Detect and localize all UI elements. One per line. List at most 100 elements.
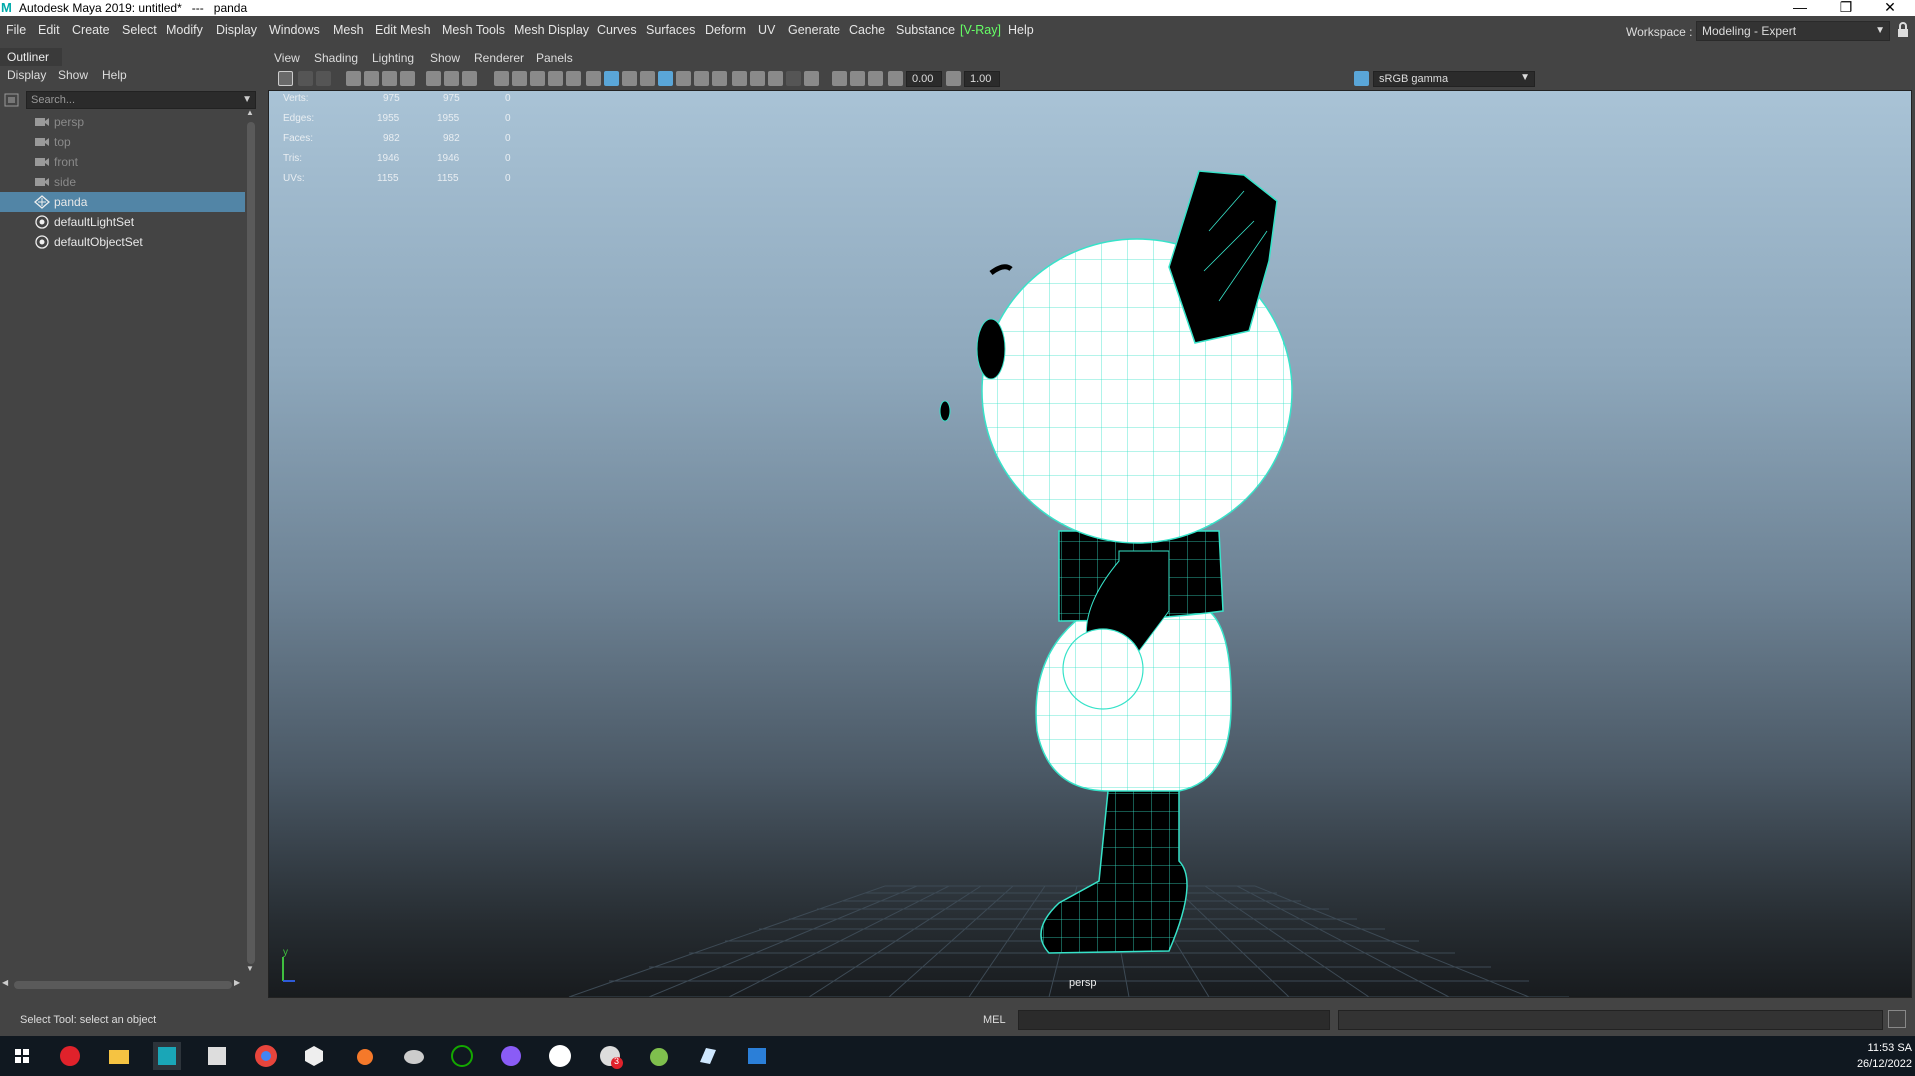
menu-surfaces[interactable]: Surfaces <box>646 23 695 37</box>
scroll-right-icon[interactable]: ▶ <box>234 978 240 987</box>
viewport-menu-lighting[interactable]: Lighting <box>372 51 414 65</box>
bookmarks-icon[interactable] <box>346 71 361 86</box>
lock-icon[interactable] <box>1896 22 1910 38</box>
exposure-icon[interactable] <box>888 71 903 86</box>
web-app-icon[interactable] <box>546 1042 574 1070</box>
gamma-icon[interactable] <box>946 71 961 86</box>
menu-help[interactable]: Help <box>1008 23 1034 37</box>
menu-mesh-display[interactable]: Mesh Display <box>514 23 589 37</box>
outliner-tab[interactable]: Outliner <box>0 48 62 66</box>
camera-attributes-icon[interactable] <box>316 71 331 86</box>
menu-create[interactable]: Create <box>72 23 110 37</box>
command-line-input[interactable] <box>1018 1010 1330 1030</box>
xray-joints-icon[interactable] <box>750 71 765 86</box>
color-space-dropdown[interactable]: sRGB gamma ▼ <box>1373 71 1535 87</box>
outliner-item-persp[interactable]: persp <box>0 112 245 132</box>
color-management-icon[interactable] <box>1354 71 1369 86</box>
anti-alias-icon[interactable] <box>868 71 883 86</box>
github-icon[interactable] <box>497 1042 525 1070</box>
menu-mesh[interactable]: Mesh <box>333 23 364 37</box>
menu-cache[interactable]: Cache <box>849 23 885 37</box>
zbrush-icon[interactable] <box>203 1042 231 1070</box>
close-button[interactable]: ✕ <box>1870 0 1910 15</box>
outliner-item-defaultobjectset[interactable]: defaultObjectSet <box>0 232 245 252</box>
unity-icon[interactable] <box>300 1042 328 1070</box>
app-cloud-icon[interactable] <box>400 1042 428 1070</box>
menu-vray[interactable]: [V-Ray] <box>960 23 1001 37</box>
outliner-item-top[interactable]: top <box>0 132 245 152</box>
lock-camera-icon[interactable] <box>298 71 313 86</box>
resolution-gate-icon[interactable] <box>462 71 477 86</box>
menu-modify[interactable]: Modify <box>166 23 203 37</box>
notes-app-icon[interactable] <box>694 1042 722 1070</box>
chrome-icon[interactable] <box>252 1042 280 1070</box>
viewport-menu-view[interactable]: View <box>274 51 300 65</box>
outliner-item-panda[interactable]: panda <box>0 192 245 212</box>
upwork-icon[interactable] <box>448 1042 476 1070</box>
android-studio-icon[interactable] <box>645 1042 673 1070</box>
script-editor-icon[interactable] <box>1888 1010 1906 1028</box>
motion-blur-icon[interactable] <box>712 71 727 86</box>
windows-start-icon[interactable] <box>8 1042 36 1070</box>
viewport-menu-renderer[interactable]: Renderer <box>474 51 524 65</box>
3d-viewport[interactable]: Verts: 975 975 0 Edges: 1955 1955 0 Face… <box>268 90 1912 998</box>
menu-file[interactable]: File <box>6 23 26 37</box>
hud-toggle-icon[interactable] <box>786 71 801 86</box>
outliner-horizontal-scrollbar[interactable]: ◀ ▶ <box>2 978 240 990</box>
outliner-search-input[interactable]: Search... ▼ <box>26 91 256 109</box>
chevron-down-icon[interactable]: ▼ <box>242 94 252 105</box>
restore-button[interactable]: ❐ <box>1826 0 1866 15</box>
isolate-select-icon[interactable] <box>732 71 747 86</box>
film-gate-icon[interactable] <box>444 71 459 86</box>
gate-mask-icon[interactable] <box>494 71 509 86</box>
file-explorer-icon[interactable] <box>105 1042 133 1070</box>
menu-mesh-tools[interactable]: Mesh Tools <box>442 23 505 37</box>
workspace-dropdown[interactable]: Modeling - Expert ▼ <box>1696 21 1890 41</box>
safe-action-icon[interactable] <box>530 71 545 86</box>
system-clock[interactable]: 11:53 SA 26/12/2022 <box>1840 1040 1912 1072</box>
wireframe-on-shaded-icon[interactable] <box>604 71 619 86</box>
dof-icon[interactable] <box>832 71 847 86</box>
shadows-icon[interactable] <box>676 71 691 86</box>
maya-taskbar-icon[interactable] <box>153 1042 181 1070</box>
grease-pencil-icon[interactable] <box>400 71 415 86</box>
minimize-button[interactable]: — <box>1780 0 1820 15</box>
outliner-menu-help[interactable]: Help <box>102 68 127 82</box>
wireframe-icon[interactable] <box>566 71 581 86</box>
viewport-menu-shading[interactable]: Shading <box>314 51 358 65</box>
menu-deform[interactable]: Deform <box>705 23 746 37</box>
scrollbar-thumb[interactable] <box>14 981 232 989</box>
scrollbar-thumb[interactable] <box>247 122 255 964</box>
safe-title-icon[interactable] <box>548 71 563 86</box>
2d-pan-zoom-icon[interactable] <box>382 71 397 86</box>
textured-icon[interactable] <box>622 71 637 86</box>
select-camera-icon[interactable] <box>278 71 293 86</box>
smooth-shade-icon[interactable] <box>586 71 601 86</box>
messenger-icon[interactable] <box>596 1042 624 1070</box>
panda-model[interactable] <box>269 91 1912 998</box>
scroll-up-icon[interactable]: ▲ <box>246 108 254 117</box>
image-plane-icon[interactable] <box>364 71 379 86</box>
menu-select[interactable]: Select <box>122 23 157 37</box>
outliner-item-defaultlightset[interactable]: defaultLightSet <box>0 212 245 232</box>
field-chart-icon[interactable] <box>512 71 527 86</box>
viewport-menu-show[interactable]: Show <box>430 51 460 65</box>
xray-components-icon[interactable] <box>768 71 783 86</box>
select-tool-icon[interactable] <box>804 71 819 86</box>
blender-icon[interactable] <box>350 1042 378 1070</box>
menu-generate[interactable]: Generate <box>788 23 840 37</box>
outliner-menu-show[interactable]: Show <box>58 68 88 82</box>
menu-curves[interactable]: Curves <box>597 23 637 37</box>
outliner-item-front[interactable]: front <box>0 152 245 172</box>
outliner-item-side[interactable]: side <box>0 172 245 192</box>
xray-icon[interactable] <box>658 71 673 86</box>
substance-app-icon[interactable] <box>56 1042 84 1070</box>
menu-edit[interactable]: Edit <box>38 23 60 37</box>
outliner-vertical-scrollbar[interactable]: ▲ ▼ <box>246 108 256 973</box>
mel-label[interactable]: MEL <box>983 1014 1006 1026</box>
menu-display[interactable]: Display <box>216 23 257 37</box>
menu-edit-mesh[interactable]: Edit Mesh <box>375 23 431 37</box>
photos-app-icon[interactable] <box>743 1042 771 1070</box>
use-all-lights-icon[interactable] <box>640 71 655 86</box>
scroll-left-icon[interactable]: ◀ <box>2 978 8 987</box>
